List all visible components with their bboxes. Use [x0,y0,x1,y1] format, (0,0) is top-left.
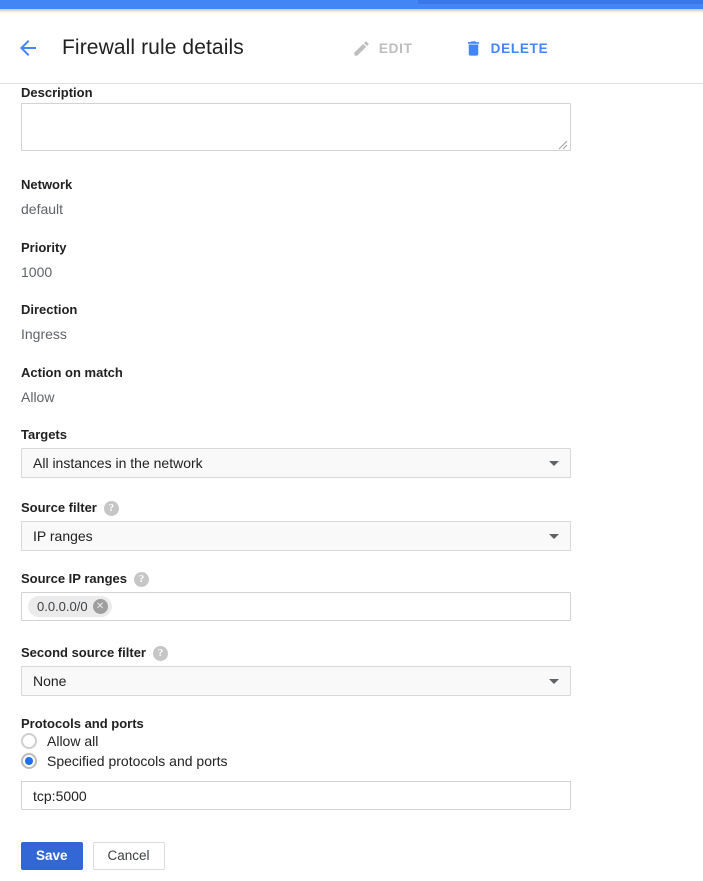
page-header: Firewall rule details EDIT DELETE [0,13,703,84]
priority-label: Priority [21,240,67,256]
pencil-icon [352,39,371,58]
edit-button-label: EDIT [378,40,413,56]
action-on-match-value: Allow [21,389,55,405]
targets-select[interactable]: All instances in the network [21,448,571,478]
source-filter-label: Source filter ? [21,500,119,516]
chevron-down-icon [549,460,559,466]
network-field: Network default [21,177,72,218]
network-label-text: Network [21,177,73,192]
save-button[interactable]: Save [21,842,83,870]
description-textarea[interactable] [21,103,571,151]
help-icon[interactable]: ? [103,500,119,516]
detail-form: Description Network default Priority 100… [0,0,703,881]
source-ip-ranges-label: Source IP ranges ? [21,571,149,587]
radio-specified-protocols-and-ports-label: Specified protocols and ports [47,753,228,769]
help-icon[interactable]: ? [133,571,149,587]
action-on-match-label: Action on match [21,365,123,381]
resize-handle-icon[interactable] [556,137,568,150]
edit-button[interactable]: EDIT [352,39,413,58]
source-filter-select[interactable]: IP ranges [21,521,571,551]
priority-field: Priority 1000 [21,240,67,281]
description-label-text: Description [21,85,93,100]
second-source-filter-label-text: Second source filter [21,645,146,660]
second-source-filter-select[interactable]: None [21,666,571,696]
targets-label: Targets [21,427,67,443]
close-circle-icon[interactable]: ✕ [92,599,108,614]
source-filter-label-text: Source filter [21,500,97,515]
source-ip-ranges-label-text: Source IP ranges [21,571,127,586]
protocols-and-ports-label-text: Protocols and ports [21,716,144,731]
protocols-and-ports-label: Protocols and ports [21,716,144,732]
trash-icon [464,39,483,58]
protocols-and-ports-value: tcp:5000 [33,787,87,804]
source-filter-selected-value: IP ranges [33,528,93,544]
back-button[interactable] [7,27,49,69]
chevron-down-icon [549,533,559,539]
direction-value: Ingress [21,326,67,342]
second-source-filter-selected-value: None [33,673,67,689]
source-ip-ranges-input[interactable]: 0.0.0.0/0 ✕ [21,592,571,621]
action-on-match-label-text: Action on match [21,365,123,380]
ip-range-chip-label: 0.0.0.0/0 [37,599,88,614]
page-title: Firewall rule details [62,36,244,59]
targets-selected-value: All instances in the network [33,455,203,471]
direction-field: Direction Ingress [21,302,77,343]
help-icon[interactable]: ? [152,645,168,661]
form-actions: Save Cancel [21,842,165,870]
priority-label-text: Priority [21,240,67,255]
network-value: default [21,201,64,217]
arrow-left-icon [16,36,40,60]
direction-label-text: Direction [21,302,78,317]
ip-range-chip[interactable]: 0.0.0.0/0 ✕ [28,596,112,617]
priority-value: 1000 [21,264,53,280]
radio-allow-all-label: Allow all [47,733,99,749]
second-source-filter-label: Second source filter ? [21,645,168,661]
delete-button[interactable]: DELETE [464,39,549,58]
protocols-and-ports-input[interactable]: tcp:5000 [21,781,571,810]
direction-label: Direction [21,302,77,318]
radio-specified-protocols-and-ports[interactable]: Specified protocols and ports [21,753,228,769]
description-label: Description [21,85,93,101]
chevron-down-icon [549,678,559,684]
delete-button-label: DELETE [490,40,549,56]
radio-specified-protocols-and-ports-indicator[interactable] [21,753,37,769]
cancel-button[interactable]: Cancel [92,842,165,870]
radio-allow-all[interactable]: Allow all [21,733,98,749]
targets-label-text: Targets [21,427,67,442]
action-on-match-field: Action on match Allow [21,365,123,406]
radio-allow-all-indicator[interactable] [21,733,37,749]
network-label: Network [21,177,72,193]
